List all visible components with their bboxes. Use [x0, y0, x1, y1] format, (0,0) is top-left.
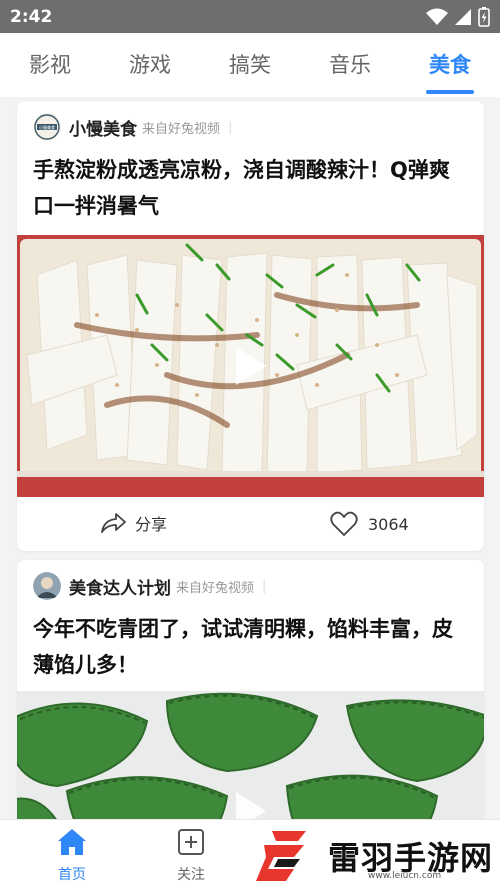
- share-label: 分享: [135, 515, 168, 534]
- tab-movies[interactable]: 影视: [0, 33, 100, 97]
- category-tabs: 影视 游戏 搞笑 音乐 美食: [0, 33, 500, 97]
- watermark-logo: [256, 830, 306, 881]
- avatar[interactable]: 小慢美食: [33, 113, 61, 141]
- avatar[interactable]: [33, 572, 61, 600]
- tab-funny[interactable]: 搞笑: [200, 33, 300, 97]
- source-label: 来自好兔视频: [142, 121, 221, 137]
- video-card[interactable]: 小慢美食 小慢美食 来自好兔视频 | 手熬淀粉成透亮凉粉，浇自调酸辣汁！Q弹爽口…: [17, 101, 484, 551]
- card-footer: 分享 3064: [17, 497, 484, 551]
- signal-icon: [455, 8, 471, 25]
- video-card[interactable]: 美食达人计划 来自好兔视频 | 今年不吃青团了，试试清明粿，馅料丰富，皮薄馅儿多…: [17, 560, 484, 819]
- status-time: 2:42: [10, 6, 53, 27]
- divider: |: [262, 578, 267, 594]
- tab-food[interactable]: 美食: [400, 33, 500, 97]
- like-button[interactable]: 3064: [330, 511, 409, 537]
- video-title[interactable]: 今年不吃青团了，试试清明粿，馅料丰富，皮薄馅儿多！: [33, 611, 464, 683]
- watermark: 雷羽手游网 www.leiucn.com: [250, 822, 500, 889]
- author-name[interactable]: 美食达人计划: [69, 574, 171, 599]
- tab-games[interactable]: 游戏: [100, 33, 200, 97]
- heart-icon: [330, 511, 358, 536]
- share-button[interactable]: 分享: [99, 511, 167, 535]
- tab-music[interactable]: 音乐: [300, 33, 400, 97]
- wifi-icon: [426, 8, 448, 25]
- avatar-logo-text: 小慢美食: [39, 124, 55, 130]
- battery-icon: [478, 6, 490, 27]
- author-name[interactable]: 小慢美食: [69, 115, 137, 140]
- status-icons: [426, 6, 490, 27]
- video-thumbnail[interactable]: [17, 235, 484, 497]
- source-label: 来自好兔视频: [176, 580, 255, 596]
- card-header: 小慢美食 小慢美食 来自好兔视频 |: [33, 113, 468, 141]
- nav-follow-label: 关注: [177, 867, 205, 883]
- play-icon[interactable]: [232, 344, 270, 388]
- share-icon: [101, 513, 126, 533]
- add-square-icon: [178, 829, 204, 855]
- home-icon: [58, 829, 86, 855]
- status-bar: 2:42: [0, 0, 500, 33]
- nav-home[interactable]: 首页: [32, 828, 112, 884]
- nav-home-label: 首页: [58, 867, 86, 883]
- watermark-url: www.leiucn.com: [368, 871, 442, 881]
- nav-follow[interactable]: 关注: [151, 828, 231, 884]
- video-feed: 小慢美食 小慢美食 来自好兔视频 | 手熬淀粉成透亮凉粉，浇自调酸辣汁！Q弹爽口…: [0, 97, 500, 819]
- video-thumbnail[interactable]: [17, 691, 484, 819]
- like-count: 3064: [368, 514, 409, 534]
- card-header: 美食达人计划 来自好兔视频 |: [33, 572, 468, 600]
- divider: |: [228, 119, 233, 135]
- video-title[interactable]: 手熬淀粉成透亮凉粉，浇自调酸辣汁！Q弹爽口一拌消暑气: [33, 152, 464, 224]
- play-icon[interactable]: [232, 789, 270, 819]
